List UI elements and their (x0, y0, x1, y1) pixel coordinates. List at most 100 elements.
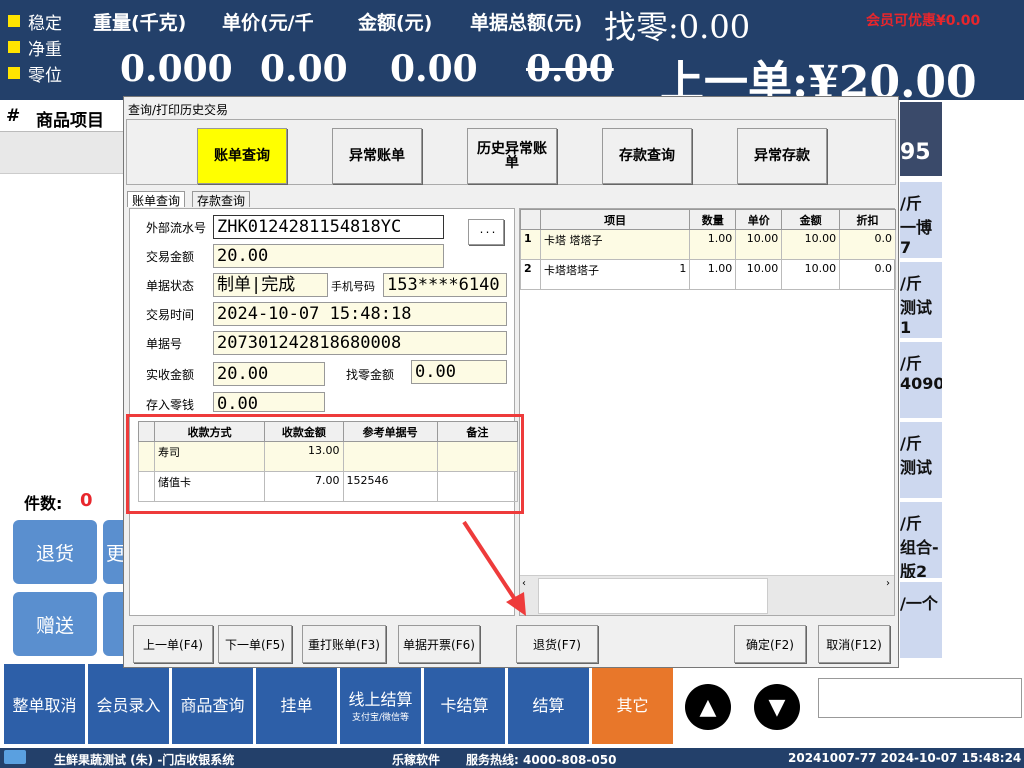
status-field: 制单|完成 (213, 273, 328, 297)
highlight-box (126, 414, 524, 514)
member-entry-button[interactable]: 会员录入 (88, 664, 170, 744)
item-list-row[interactable] (0, 132, 124, 174)
col-item: 商品项目 (36, 111, 104, 131)
items-col-qty: 数量 (689, 209, 737, 230)
deposit-query-button[interactable]: 存款查询 (602, 128, 692, 184)
ext-serial-input[interactable]: ZHK0124281154818YC (213, 215, 444, 239)
product-tile[interactable]: /一个 (900, 582, 942, 658)
amount-label: 交易金额 (146, 250, 195, 264)
settle-button[interactable]: 结算 (508, 664, 590, 744)
cancel-button[interactable]: 取消(F12) (818, 625, 890, 663)
amount-value: 0.00 (390, 48, 478, 90)
hotline: 服务热线: 4000-808-050 (466, 753, 617, 767)
items-col-name: 项目 (539, 209, 691, 230)
member-discount: 会员可优惠¥0.00 (866, 13, 981, 29)
status-bar: 生鲜果蔬测试 (朱) -门店收银系统 乐稼软件 服务热线: 4000-808-0… (0, 748, 1024, 768)
annotation-arrow-icon (462, 520, 526, 616)
abnormal-deposit-button[interactable]: 异常存款 (737, 128, 827, 184)
product-tile[interactable]: /斤 组合- 版2 (900, 502, 942, 578)
product-tile[interactable]: /斤 测试 (900, 422, 942, 498)
network-icon (4, 750, 26, 764)
table-row[interactable]: 1 卡塔 塔塔子 1.00 10.00 10.00 0.0 (520, 229, 896, 260)
items-col-amount: 金额 (781, 209, 841, 230)
arrow-down-icon[interactable]: ▼ (754, 684, 800, 730)
product-tile[interactable]: /斤 一博7 (900, 182, 942, 258)
arrow-up-icon[interactable]: ▲ (685, 684, 731, 730)
net-weight-indicator: 净重 (8, 36, 78, 60)
items-table: 项目 数量 单价 金额 折扣 1 卡塔 塔塔子 1.00 10.00 10.00… (520, 209, 896, 290)
app-title: 生鲜果蔬测试 (朱) -门店收银系统 (54, 753, 235, 767)
weight-value: 0.000 (120, 48, 233, 90)
reprint-bill-button[interactable]: 重打账单(F3) (302, 625, 386, 663)
browse-button[interactable]: ... (468, 219, 504, 245)
product-tile[interactable]: 95 (900, 102, 942, 176)
change-display: 找零:0.00 (604, 8, 751, 46)
bill-no-label: 单据号 (146, 337, 183, 351)
other-button[interactable]: 其它 (592, 664, 674, 744)
session-info: 20241007-77 2024-10-07 15:48:24 (788, 751, 1022, 765)
invoice-button[interactable]: 单据开票(F6) (398, 625, 480, 663)
stable-indicator: 稳定 (8, 10, 78, 34)
prev-bill-button[interactable]: 上一单(F4) (133, 625, 213, 663)
tab-bill-query[interactable]: 账单查询 (127, 191, 186, 208)
cancel-order-button[interactable]: 整单取消 (4, 664, 86, 744)
total-label: 单据总额(元) (470, 12, 583, 34)
product-tile[interactable]: /斤 40903 (900, 342, 942, 418)
count-value: 0 (80, 490, 93, 511)
zero-indicator: 零位 (8, 62, 78, 86)
amount-field: 20.00 (213, 244, 444, 268)
change-label: 找零金额 (346, 368, 395, 382)
side-button-blank[interactable] (103, 592, 124, 656)
return-button[interactable]: 退货 (13, 520, 97, 584)
count-label: 件数: (24, 494, 63, 513)
gift-button[interactable]: 赠送 (13, 592, 97, 656)
tab-deposit-query[interactable]: 存款查询 (192, 191, 251, 208)
total-value: 0.00 (526, 48, 614, 90)
unit-price-label: 单价(元/千 (222, 12, 314, 34)
bill-items-panel: 项目 数量 单价 金额 折扣 1 卡塔 塔塔子 1.00 10.00 10.00… (519, 208, 896, 616)
next-bill-button[interactable]: 下一单(F5) (218, 625, 292, 663)
bill-query-button[interactable]: 账单查询 (197, 128, 287, 184)
change-field: 0.00 (411, 360, 507, 384)
phone-field: 153****6140 (383, 273, 507, 297)
indicator-square-icon (8, 67, 20, 79)
indicator-square-icon (8, 41, 20, 53)
abnormal-bill-button[interactable]: 异常账单 (332, 128, 422, 184)
items-col-discount: 折扣 (839, 209, 896, 230)
time-field: 2024-10-07 15:48:18 (213, 302, 507, 326)
deposit-label: 存入零钱 (146, 398, 195, 412)
dialog-title: 查询/打印历史交易 (128, 103, 229, 117)
change-button[interactable]: 更 (103, 520, 125, 584)
hold-order-button[interactable]: 挂单 (256, 664, 338, 744)
query-type-buttons: 账单查询 异常账单 历史异常账单 存款查询 异常存款 (126, 119, 896, 185)
table-row[interactable]: 2 卡塔塔塔子 1 1.00 10.00 10.00 0.0 (520, 259, 896, 290)
top-header: 稳定 净重 零位 重量(千克) 单价(元/千 金额(元) 单据总额(元) 找零:… (0, 0, 1024, 108)
weight-label: 重量(千克) (93, 12, 187, 34)
scroll-right-icon[interactable]: › (886, 578, 890, 589)
item-list-header: # 商品项目 (0, 100, 124, 132)
ok-button[interactable]: 确定(F2) (734, 625, 806, 663)
product-search-button[interactable]: 商品查询 (172, 664, 254, 744)
horizontal-scrollbar[interactable]: ‹ › (520, 575, 894, 615)
items-col-price: 单价 (735, 209, 783, 230)
history-abnormal-bill-button[interactable]: 历史异常账单 (467, 128, 557, 184)
bill-no-field: 207301242818680008 (213, 331, 507, 355)
refund-button[interactable]: 退货(F7) (516, 625, 598, 663)
received-label: 实收金额 (146, 368, 195, 382)
amount-label: 金额(元) (358, 12, 433, 34)
unit-price-value: 0.00 (260, 48, 348, 90)
deposit-field: 0.00 (213, 392, 325, 412)
phone-label: 手机号码 (331, 280, 375, 293)
card-settle-button[interactable]: 卡结算 (424, 664, 506, 744)
scroll-thumb[interactable] (538, 578, 768, 614)
vendor: 乐稼软件 (392, 753, 441, 767)
product-tile[interactable]: /斤 测试1 (900, 262, 942, 338)
online-settle-button[interactable]: 线上结算 支付宝/微信等 (340, 664, 422, 744)
time-label: 交易时间 (146, 308, 195, 322)
ext-serial-label: 外部流水号 (146, 221, 207, 235)
indicator-square-icon (8, 15, 20, 27)
col-index: # (6, 106, 21, 126)
received-field: 20.00 (213, 362, 325, 386)
status-label: 单据状态 (146, 279, 195, 293)
barcode-input[interactable] (818, 678, 1022, 718)
